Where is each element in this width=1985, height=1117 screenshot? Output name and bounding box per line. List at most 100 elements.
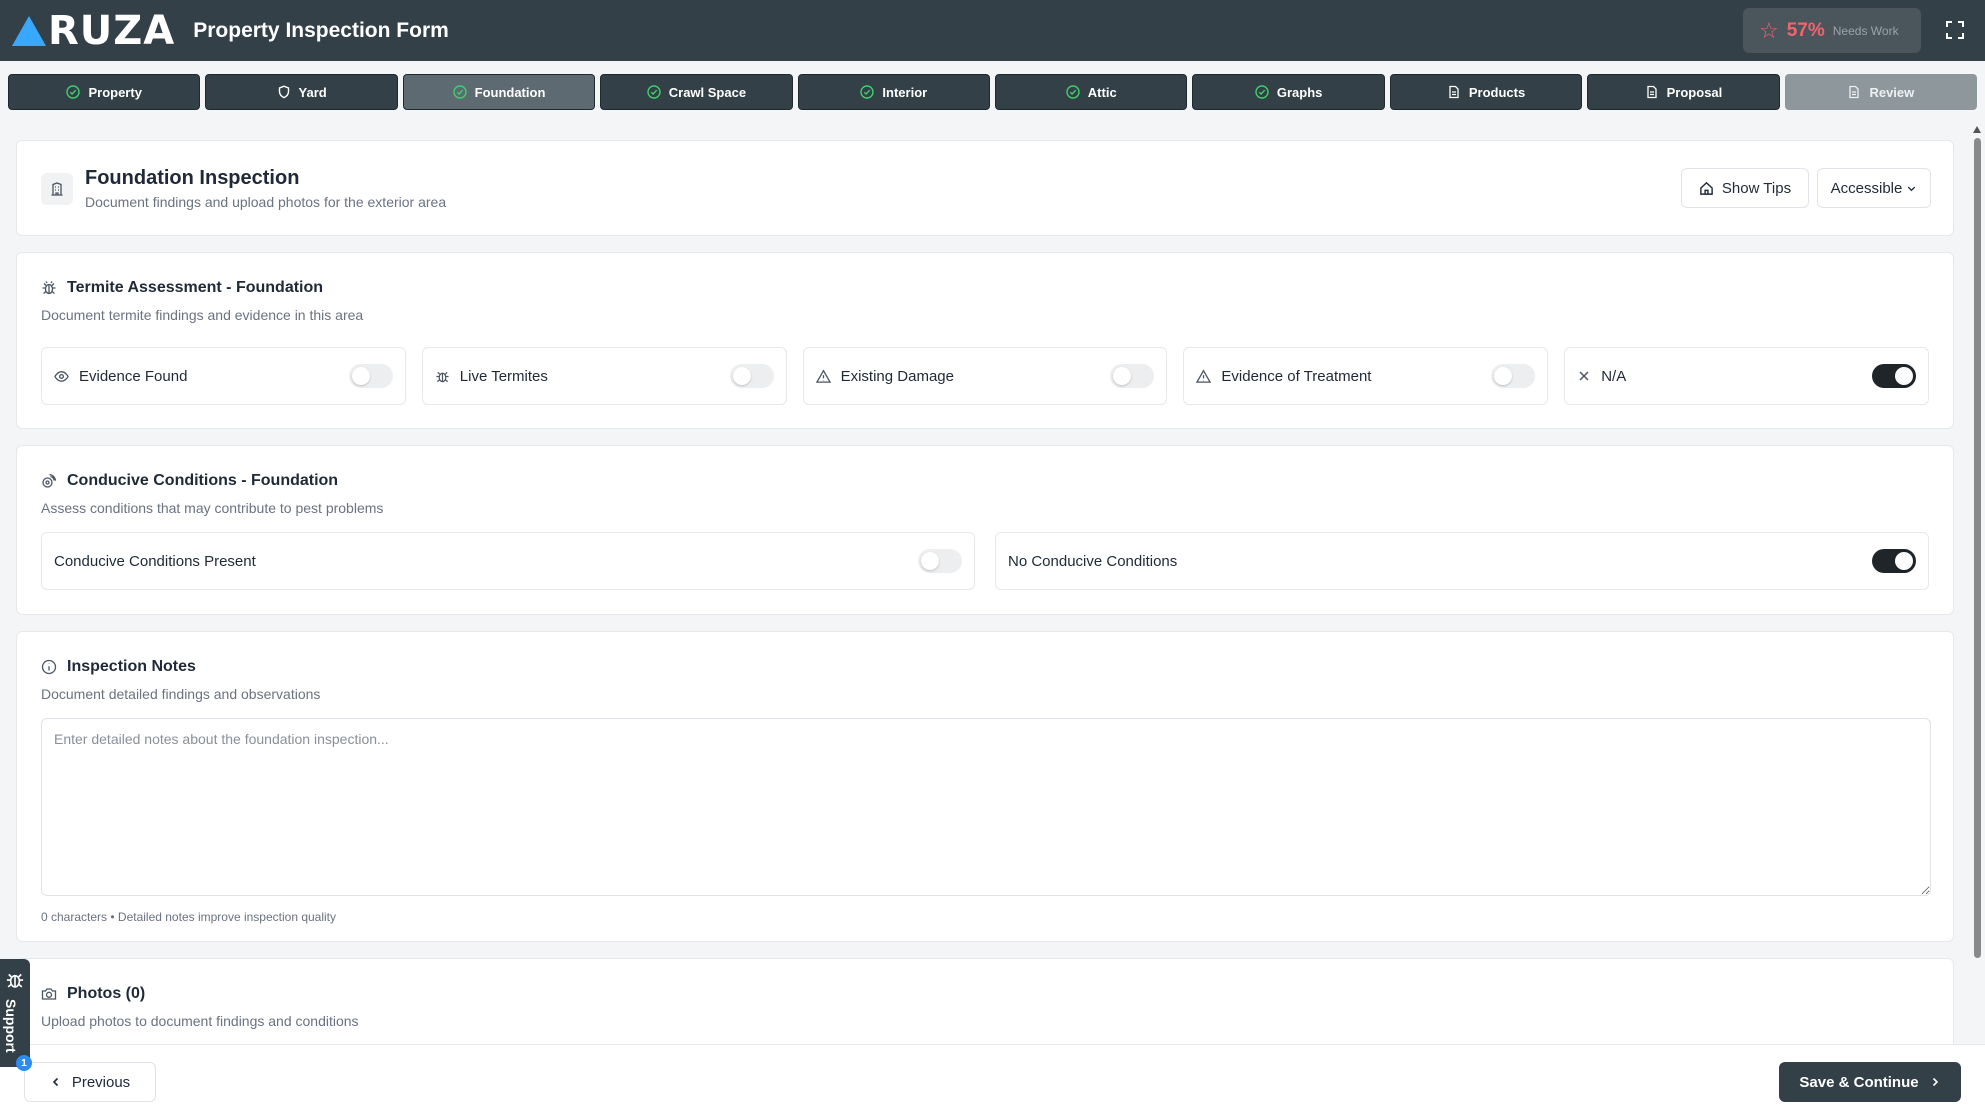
toggle-live-termites[interactable]: Live Termites — [421, 347, 787, 405]
notes-char-count: 0 characters • Detailed notes improve in… — [41, 910, 337, 924]
tab-label: Foundation — [474, 84, 546, 100]
section-header-card: Foundation Inspection Document findings … — [16, 140, 1954, 236]
check-circle-icon — [66, 85, 81, 99]
tab-graphs[interactable]: Graphs — [1192, 74, 1385, 110]
conducive-toggle-row: Conducive Conditions Present No Conduciv… — [41, 532, 1929, 590]
chevron-left-icon — [52, 1077, 58, 1087]
toggle-existing-damage[interactable]: Existing Damage — [802, 347, 1168, 405]
page-subtitle: Document findings and upload photos for … — [85, 194, 447, 210]
chevron-right-icon — [1932, 1077, 1938, 1087]
show-tips-label: Show Tips — [1721, 179, 1792, 197]
logo: RUZA — [12, 8, 175, 54]
tab-property[interactable]: Property — [8, 74, 201, 110]
page-title: Foundation Inspection — [85, 167, 300, 189]
tab-label: Attic — [1087, 84, 1117, 100]
support-tab[interactable]: Support 1 — [0, 959, 32, 1071]
tab-label: Interior — [882, 84, 928, 100]
termite-title: Termite Assessment - Foundation — [67, 279, 324, 296]
tab-interior[interactable]: Interior — [797, 74, 991, 110]
toggle-label: No Conducive Conditions — [1008, 552, 1178, 570]
bug-icon — [6, 973, 24, 988]
toggle-evidence-of-treatment[interactable]: Evidence of Treatment — [1183, 347, 1549, 405]
termite-subtitle: Document termite findings and evidence i… — [41, 307, 364, 323]
completion-score[interactable]: ☆ 57% Needs Work — [1743, 8, 1921, 53]
fullscreen-icon[interactable] — [1945, 20, 1965, 40]
tab-yard[interactable]: Yard — [205, 74, 398, 110]
document-icon — [1646, 85, 1657, 99]
termite-assessment-card: Termite Assessment - Foundation Document… — [16, 252, 1954, 429]
home-icon — [1700, 181, 1713, 195]
toggle-label: Conducive Conditions Present — [54, 552, 256, 570]
conducive-title-row: Conducive Conditions - Foundation — [41, 472, 1929, 490]
document-icon — [1449, 85, 1459, 99]
support-label: Support — [3, 999, 19, 1053]
conducive-conditions-card: Conducive Conditions - Foundation Assess… — [16, 445, 1954, 615]
tab-label: Review — [1869, 84, 1915, 100]
toggle-label: Existing Damage — [840, 367, 954, 385]
photos-title-row: Photos (0) — [41, 985, 1929, 1003]
termite-toggle-row: Evidence Found Live Termites Existing Da… — [41, 347, 1929, 405]
save-continue-button[interactable]: Save & Continue — [1779, 1062, 1961, 1102]
score-percent: 57% — [1786, 19, 1825, 41]
scroll-up-arrow-icon[interactable] — [1973, 126, 1981, 133]
tab-foundation[interactable]: Foundation — [402, 74, 596, 110]
tab-review[interactable]: Review — [1784, 74, 1978, 110]
toggle-label: N/A — [1601, 367, 1627, 385]
toggle-label: Evidence of Treatment — [1221, 367, 1372, 385]
notes-title-row: Inspection Notes — [41, 658, 1929, 676]
toggle-conducive-present[interactable]: Conducive Conditions Present — [41, 532, 975, 590]
toggle-evidence-found[interactable]: Evidence Found — [41, 347, 406, 405]
app-title: Property Inspection Form — [193, 18, 449, 42]
building-icon — [41, 173, 73, 205]
eye-icon — [54, 370, 69, 382]
inspection-notes-input[interactable] — [41, 718, 1931, 896]
previous-label: Previous — [71, 1073, 131, 1091]
tab-proposal[interactable]: Proposal — [1587, 74, 1780, 110]
notes-title: Inspection Notes — [67, 658, 196, 675]
tab-label: Products — [1468, 84, 1526, 100]
score-status: Needs Work — [1832, 23, 1899, 38]
toggle-no-conducive[interactable]: No Conducive Conditions — [995, 532, 1929, 590]
show-tips-button[interactable]: Show Tips — [1681, 168, 1809, 208]
live-termites-switch[interactable] — [729, 364, 774, 388]
content-scrollbar[interactable] — [1972, 126, 1982, 1030]
tab-attic[interactable]: Attic — [995, 74, 1188, 110]
check-circle-icon — [860, 85, 875, 99]
evidence-found-switch[interactable] — [348, 364, 393, 388]
tab-label: Proposal — [1666, 84, 1723, 100]
tab-products[interactable]: Products — [1389, 74, 1583, 110]
previous-button[interactable]: Previous — [24, 1062, 156, 1102]
check-circle-icon — [1255, 85, 1269, 99]
photos-card: Photos (0) Upload photos to document fin… — [16, 958, 1954, 1044]
main-content: Foundation Inspection Document findings … — [16, 140, 1954, 1044]
conducive-subtitle: Assess conditions that may contribute to… — [41, 500, 384, 516]
logo-text: RUZA — [48, 7, 176, 54]
section-tabs: Property Yard Foundation Crawl Space Int… — [8, 74, 1978, 110]
save-continue-label: Save & Continue — [1799, 1073, 1919, 1091]
accessibility-select[interactable]: Accessible — [1817, 168, 1931, 208]
bug-icon — [436, 371, 449, 382]
top-bar: RUZA Property Inspection Form ☆ 57% Need… — [0, 0, 1985, 61]
no-conducive-switch[interactable] — [1872, 549, 1916, 573]
tab-crawl-space[interactable]: Crawl Space — [600, 74, 793, 110]
bug-icon — [42, 281, 56, 295]
evidence-of-treatment-switch[interactable] — [1491, 364, 1536, 388]
toggle-na[interactable]: N/A — [1564, 347, 1929, 405]
toggle-label: Evidence Found — [79, 367, 188, 385]
camera-icon — [41, 988, 57, 1000]
check-circle-icon — [647, 85, 661, 99]
scrollbar-thumb[interactable] — [1974, 138, 1981, 958]
warning-icon — [815, 368, 831, 383]
na-switch[interactable] — [1871, 364, 1916, 388]
tab-label: Property — [88, 84, 142, 100]
inspection-notes-card: Inspection Notes Document detailed findi… — [16, 631, 1954, 942]
existing-damage-switch[interactable] — [1110, 364, 1155, 388]
warning-icon — [1196, 368, 1212, 383]
check-circle-icon — [452, 85, 467, 99]
pest-conditions-icon — [42, 473, 57, 488]
star-icon: ☆ — [1759, 17, 1779, 43]
conducive-present-switch[interactable] — [918, 549, 962, 573]
logo-triangle-icon — [12, 15, 46, 46]
accessibility-label: Accessible — [1830, 179, 1903, 197]
toggle-label: Live Termites — [459, 367, 548, 385]
